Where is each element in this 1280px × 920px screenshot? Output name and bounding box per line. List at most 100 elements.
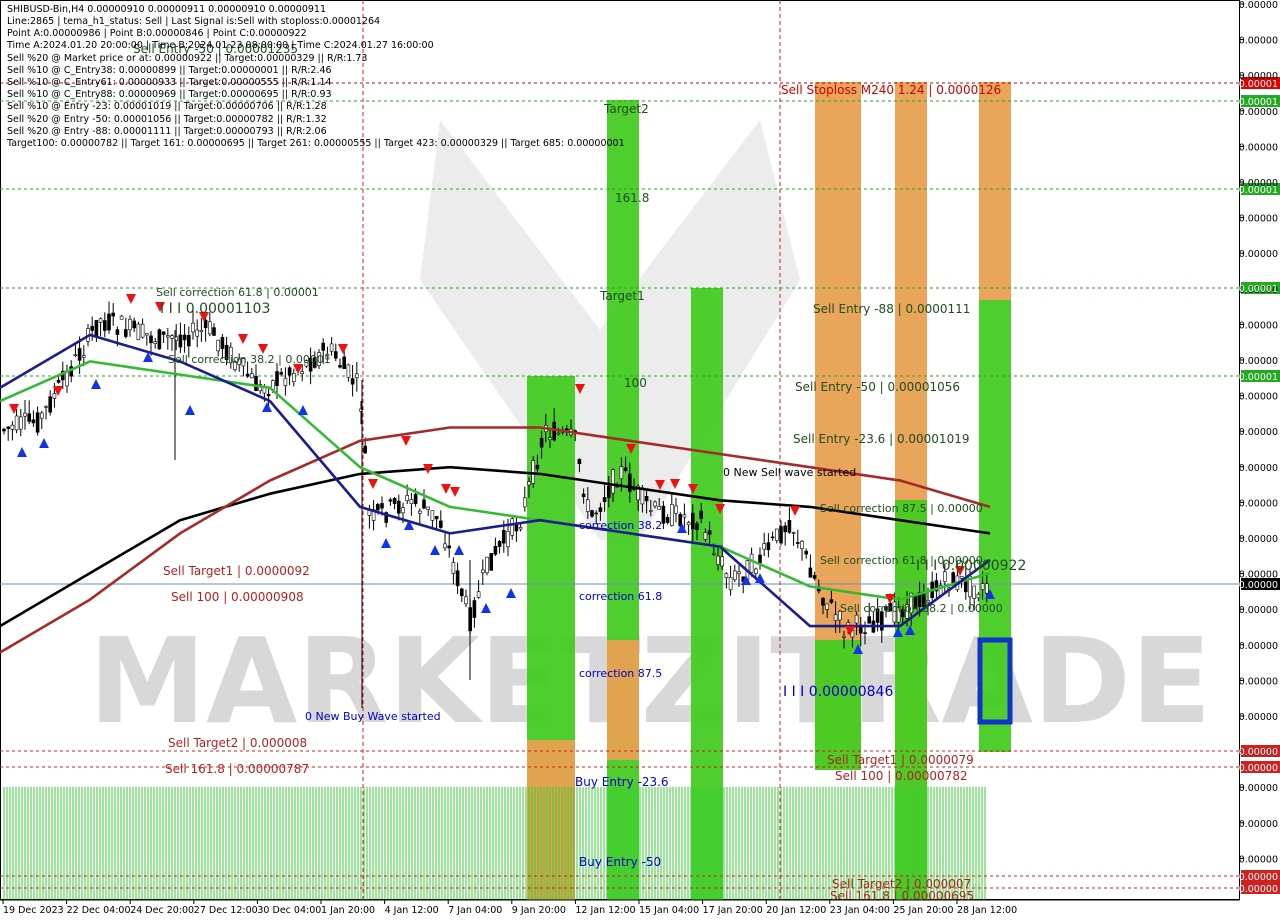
level-label: Sell Target1 | 0.0000092 (163, 564, 310, 578)
candle-body (195, 329, 199, 337)
candle-body (766, 542, 771, 551)
candle-body (413, 494, 418, 504)
candle-body (808, 567, 813, 578)
candle-body (758, 554, 762, 564)
y-tick-label: 0.00000 (1239, 249, 1278, 260)
candle-body (804, 550, 809, 555)
candle-body (762, 543, 767, 550)
y-tick-label: 0.00000 (1239, 854, 1278, 865)
level-label: correction 61.8 (579, 590, 662, 603)
candle-body (749, 553, 754, 573)
candle-body (627, 473, 632, 492)
level-label: Sell Entry -88 | 0.0000111 (813, 302, 970, 316)
price-tag-label: 0.00000 (1239, 872, 1278, 883)
y-tick-label: 0.00000 (1239, 214, 1278, 225)
candle-body (665, 517, 670, 523)
info-line: Sell %10 @ C_Entry38: 0.00000899 || Targ… (7, 64, 332, 76)
candle-body (208, 321, 212, 335)
candle-body (707, 530, 712, 535)
candle-body (157, 329, 162, 350)
y-tick-label: 0.00000 (1239, 534, 1278, 545)
zone-column (607, 640, 639, 760)
candle-body (124, 329, 128, 337)
candle-body (598, 507, 603, 512)
x-tick-label: 1 Jan 20:00 (321, 905, 375, 916)
y-tick-label: 0.00000 (1239, 107, 1278, 118)
candle-body (682, 514, 687, 518)
level-label: correction 87.5 (579, 667, 662, 680)
candle-body (800, 541, 804, 549)
candle-body (602, 497, 607, 503)
candle-body (52, 393, 57, 399)
candle-body (409, 498, 414, 504)
candle-body (443, 543, 447, 549)
level-label: Sell Target2 | 0.000008 (168, 736, 307, 750)
candle-body (77, 348, 82, 361)
candle-body (501, 530, 506, 544)
candle-body (346, 364, 351, 378)
level-label: 0 New Sell wave started (723, 466, 856, 479)
candle-body (699, 510, 704, 519)
candle-body (653, 501, 657, 507)
candle-body (107, 313, 111, 331)
x-tick-label: 4 Jan 12:00 (385, 905, 439, 916)
candle-body (867, 616, 872, 624)
candle-body (220, 336, 225, 349)
y-tick-label: 0.00000 (1239, 427, 1278, 438)
candle-body (980, 583, 985, 590)
level-label: Target2 (603, 102, 649, 116)
candle-body (548, 437, 552, 441)
candle-body (128, 318, 132, 331)
candle-body (430, 510, 435, 521)
candle-body (783, 525, 788, 533)
info-line: Sell %10 @ Entry -23: 0.00001019 || Targ… (7, 101, 327, 113)
candle-body (842, 635, 846, 638)
x-tick-label: 12 Jan 12:00 (575, 905, 635, 916)
y-tick-label: 0.00000 (1239, 783, 1278, 794)
candle-body (14, 415, 19, 431)
candle-body (111, 312, 115, 317)
y-tick-label: 0.00000 (1239, 0, 1278, 11)
candle-body (564, 428, 569, 431)
level-label: I I I 0.00000922 (916, 558, 1026, 574)
candle-body (854, 614, 859, 624)
candle-body (724, 573, 729, 579)
candle-body (703, 532, 708, 540)
candle-body (6, 426, 10, 429)
candle-body (380, 503, 384, 509)
level-label: 0 New Buy Wave started (305, 710, 441, 723)
candle-body (661, 505, 666, 524)
x-tick-label: 25 Jan 20:00 (893, 905, 953, 916)
candle-body (342, 356, 347, 369)
candle-body (329, 343, 334, 352)
candle-body (787, 519, 792, 533)
candle-body (959, 575, 964, 579)
x-tick-label: 20 Jan 12:00 (766, 905, 826, 916)
candle-body (623, 467, 628, 471)
candle-body (506, 530, 510, 548)
candle-body (291, 373, 296, 383)
info-line: Sell %10 @ C_Entry88: 0.00000969 || Targ… (7, 89, 332, 101)
candle-body (779, 526, 783, 544)
candle-body (556, 432, 561, 435)
level-label: Sell 100 | 0.00000908 (171, 590, 304, 604)
candle-body (119, 315, 124, 320)
x-tick-label: 24 Dec 20:00 (130, 905, 194, 916)
candle-body (648, 510, 653, 512)
info-line: Sell %20 @ Entry -88: 0.00001111 || Targ… (7, 125, 327, 137)
candle-body (690, 512, 695, 530)
candle-body (863, 632, 867, 634)
level-label: I I I 0.00001103 (160, 301, 270, 317)
candle-body (485, 556, 489, 574)
level-label: Sell Target1 | 0.0000079 (827, 753, 974, 767)
candle-body (396, 500, 401, 514)
candle-body (594, 512, 599, 515)
candle-body (535, 464, 540, 470)
info-line: Target100: 0.00000782 || Target 161: 0.0… (7, 138, 625, 149)
x-tick-label: 7 Jan 04:00 (448, 905, 502, 916)
y-tick-label: 0.00000 (1239, 641, 1278, 652)
candle-body (821, 597, 825, 606)
candle-body (510, 518, 515, 536)
level-label: Sell Entry -23.6 | 0.00001019 (793, 432, 969, 446)
candle-body (94, 320, 99, 338)
